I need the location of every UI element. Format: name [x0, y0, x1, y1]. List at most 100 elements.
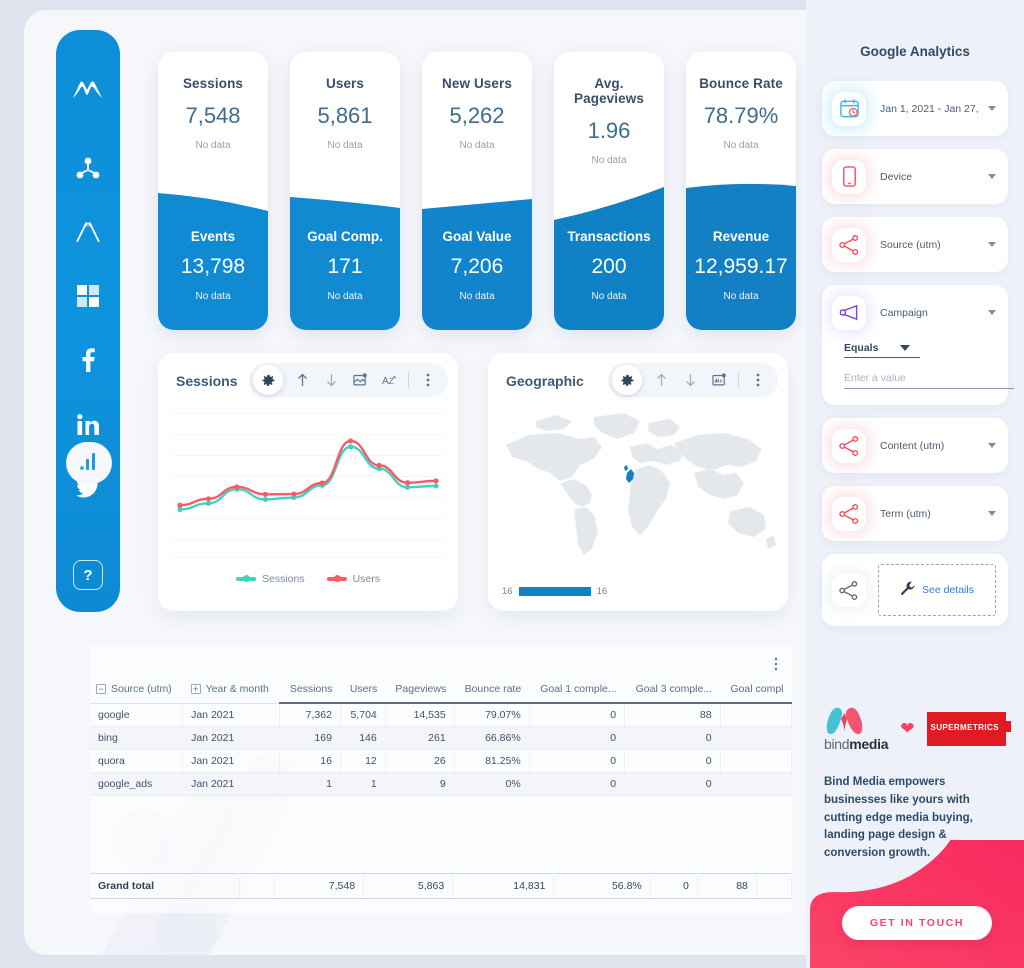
filter-content-utm[interactable]: Content (utm): [822, 418, 1008, 473]
kpi-title: Users: [325, 76, 365, 91]
grand-total-cell: Grand total: [90, 873, 240, 899]
wrench-icon: [900, 581, 915, 599]
move-down-icon[interactable]: [321, 370, 341, 390]
logo-row: bindmedia ❤ SUPERMETRICS: [824, 705, 1011, 752]
sessions-line-chart: [172, 409, 444, 559]
chevron-down-icon[interactable]: [988, 174, 996, 179]
table-body: google Jan 2021 7,362 5,704 14,535 79.07% 0 88 b…: [90, 703, 792, 796]
kpi-card[interactable]: New Users 5,262 No data Goal Value 7,206…: [422, 52, 532, 330]
filter-campaign[interactable]: Campaign Equals Enter a value: [822, 285, 1014, 405]
table-cell: Jan 2021: [182, 749, 281, 773]
filter-term-utm[interactable]: Term (utm): [822, 486, 1008, 541]
table-header-cell[interactable]: Pageviews: [385, 677, 455, 704]
widget-title: Sessions: [176, 373, 238, 389]
table-row[interactable]: bing Jan 2021 169 146 261 66.86% 0 0: [90, 726, 792, 750]
table-row[interactable]: quora Jan 2021 16 12 26 81.25% 0 0: [90, 749, 792, 773]
table-header-cell[interactable]: + Year & month: [182, 677, 280, 704]
table-row[interactable]: google_ads Jan 2021 1 1 9 0% 0 0: [90, 772, 792, 796]
table-cell: 26: [385, 749, 455, 773]
kpi-subtext: No data: [195, 140, 231, 151]
chevron-down-icon[interactable]: [988, 106, 996, 111]
toolbar-divider: [408, 372, 409, 388]
chevron-down-icon[interactable]: [988, 242, 996, 247]
table-cell: [720, 703, 792, 727]
gear-icon[interactable]: [253, 365, 283, 395]
kpi-bottom-subtext: No data: [327, 291, 363, 302]
more-options-icon[interactable]: [418, 370, 438, 390]
table-cell: bing: [90, 726, 184, 750]
sidebar-item-reports[interactable]: [66, 442, 112, 484]
filter-source-utm[interactable]: Source (utm): [822, 217, 1008, 272]
chevron-down-icon[interactable]: [988, 443, 996, 448]
export-image-icon[interactable]: [350, 370, 370, 390]
filter-label: Content (utm): [880, 439, 945, 452]
share-icon: [832, 227, 866, 262]
move-up-icon[interactable]: [651, 370, 671, 390]
legend-gradient-bar: [518, 587, 591, 596]
map-legend: 16 16: [502, 586, 607, 597]
gear-icon[interactable]: [612, 365, 642, 395]
microsoft-grid-icon[interactable]: [70, 278, 106, 314]
kpi-top: Bounce Rate 78.79% No data: [686, 52, 796, 192]
grand-total-cell: [239, 873, 275, 899]
table-cell: Jan 2021: [182, 726, 281, 750]
table-cell: 169: [279, 726, 341, 750]
help-button[interactable]: ?: [73, 560, 103, 590]
kpi-card[interactable]: Sessions 7,548 No data Events 13,798 No …: [158, 52, 268, 330]
table-cell: 261: [385, 726, 455, 750]
table-cell: 1: [279, 772, 341, 796]
widget-toolbar: [608, 363, 778, 397]
table-cell: quora: [90, 749, 184, 773]
table-cell: 146: [340, 726, 386, 750]
legend-swatch: [326, 575, 347, 582]
more-options-icon[interactable]: [748, 370, 768, 390]
see-details-button[interactable]: See details: [878, 564, 996, 616]
analytics-node-icon[interactable]: [70, 150, 106, 186]
filter-value-input[interactable]: Enter a value: [844, 372, 1014, 389]
table-cell: Jan 2021: [182, 703, 281, 727]
table-header-cell[interactable]: Goal 3 comple...: [624, 677, 721, 704]
filter-date-range[interactable]: Jan 1, 2021 - Jan 27,: [822, 81, 1008, 136]
mountain-logo-icon[interactable]: [70, 72, 106, 108]
kpi-card[interactable]: Bounce Rate 78.79% No data Revenue 12,95…: [686, 52, 796, 330]
ads-chevron-icon[interactable]: [70, 214, 106, 250]
get-in-touch-button[interactable]: GET IN TOUCH: [842, 906, 992, 940]
svg-text:Z: Z: [388, 376, 393, 386]
see-details-filter[interactable]: See details: [822, 554, 1008, 626]
sort-az-icon[interactable]: AZ: [379, 370, 399, 390]
kpi-card[interactable]: Avg. Pageviews 1.96 No data Transactions…: [554, 52, 664, 330]
table-header-cell[interactable]: Sessions: [279, 677, 341, 704]
legend-swatch: [235, 575, 256, 582]
table-header-cell[interactable]: Goal compl: [720, 677, 792, 704]
kpi-value: 78.79%: [703, 103, 779, 128]
kpi-card[interactable]: Users 5,861 No data Goal Comp. 171 No da…: [290, 52, 400, 330]
table-row[interactable]: google Jan 2021 7,362 5,704 14,535 79.07% 0 88: [90, 703, 792, 727]
export-image-icon[interactable]: [709, 370, 729, 390]
table-cell: [720, 749, 792, 773]
facebook-icon[interactable]: [70, 342, 106, 378]
chevron-down-icon[interactable]: [988, 310, 996, 315]
world-map[interactable]: [498, 403, 778, 563]
table-cell: 7,362: [279, 703, 341, 727]
table-header-cell[interactable]: Goal 1 comple...: [529, 677, 625, 704]
move-up-icon[interactable]: [292, 370, 312, 390]
see-details-label: See details: [922, 584, 974, 596]
table-header-cell[interactable]: Bounce rate: [454, 677, 530, 704]
kpi-subtext: No data: [723, 140, 759, 151]
move-down-icon[interactable]: [680, 370, 700, 390]
legend-item: Users: [326, 573, 380, 585]
bindmedia-mark-icon: [826, 707, 863, 734]
kpi-bottom: Revenue 12,959.17 No data: [686, 215, 796, 330]
table-header-cell[interactable]: − Source (utm): [90, 677, 183, 704]
table-header-cell[interactable]: Users: [340, 677, 386, 704]
filter-device[interactable]: Device: [822, 149, 1008, 204]
more-options-icon[interactable]: [774, 657, 778, 676]
operator-select[interactable]: Equals: [844, 342, 920, 358]
toolbar-divider: [738, 372, 739, 388]
kpi-bottom-value: 171: [327, 255, 363, 278]
chevron-down-icon[interactable]: [988, 511, 996, 516]
table-cell: google: [90, 703, 184, 727]
kpi-row: Sessions 7,548 No data Events 13,798 No …: [158, 52, 796, 330]
table-cell: [720, 726, 792, 750]
table-cell: 12: [340, 749, 386, 773]
